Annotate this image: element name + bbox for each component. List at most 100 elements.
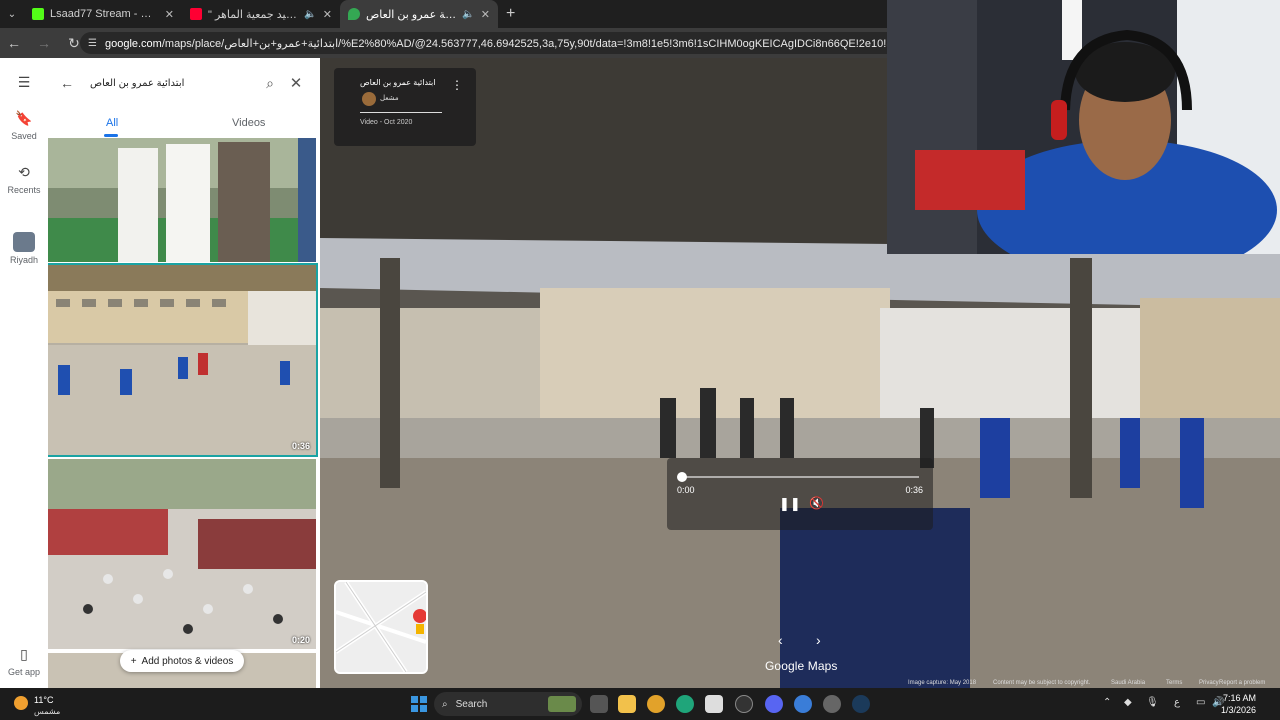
tab-title: ابتدائية عمرو بن العاص - Google Maps	[366, 8, 456, 21]
obs-icon[interactable]	[735, 695, 753, 713]
tray-app-icon[interactable]: ◆	[1124, 697, 1132, 708]
tab-title: " الماهر " | نشيد جمعية الماهر	[208, 8, 299, 21]
clock-time: 7:16 AM	[1222, 693, 1256, 703]
photos-panel: ← ابتدائية عمرو بن العاص ⌕ ✕ All Videos	[48, 58, 320, 688]
windows-start-icon[interactable]	[411, 696, 427, 712]
taskbar-search-label: Search	[455, 698, 488, 710]
photo-thumbnail[interactable]	[48, 138, 316, 262]
place-name: ابتدائية عمرو بن العاص	[360, 78, 436, 87]
image-capture-date: Image capture: May 2018	[908, 680, 977, 686]
close-tab-icon[interactable]: ✕	[481, 8, 490, 21]
phone-icon: ▯	[20, 646, 28, 662]
chrome-icon[interactable]	[647, 695, 665, 713]
video-duration: 0:20	[291, 635, 310, 645]
store-icon[interactable]	[705, 695, 723, 713]
rail-saved[interactable]: 🔖 Saved	[0, 110, 48, 141]
add-photos-button[interactable]: + Add photos & videos	[120, 650, 244, 672]
more-options-icon[interactable]: ⋮	[451, 78, 463, 92]
viewer-footer: Image capture: May 2018 Content may be s…	[320, 678, 1280, 688]
task-view-icon[interactable]	[590, 695, 608, 713]
video-thumbnail[interactable]: 0:20	[48, 459, 316, 649]
video-date: Video - Oct 2020	[360, 119, 413, 126]
video-info-card: ابتدائية عمرو بن العاص مشعل Video - Oct …	[334, 68, 476, 146]
site-info-icon[interactable]: ☰	[88, 38, 97, 49]
menu-button[interactable]: ☰	[0, 74, 48, 95]
rail-get-app[interactable]: ▯ Get app	[0, 646, 48, 677]
search-icon[interactable]: ⌕	[256, 75, 284, 92]
webcam-image	[887, 0, 1280, 254]
copyright-notice: Content may be subject to copyright.	[993, 680, 1091, 686]
speaker-icon[interactable]: 🔈	[304, 9, 316, 20]
microphone-icon[interactable]: 🎙	[1146, 697, 1159, 708]
thumbnail-image	[48, 138, 316, 262]
report-problem-link[interactable]: Report a problem	[1219, 680, 1265, 686]
total-time: 0:36	[905, 485, 923, 495]
forward-icon[interactable]: →	[36, 35, 52, 51]
video-thumbnail[interactable]: 0:36	[48, 263, 318, 457]
uploader-name[interactable]: مشعل	[380, 94, 399, 102]
sun-icon	[14, 696, 28, 710]
rail-saved-label: Saved	[11, 131, 37, 141]
system-clock[interactable]: 7:16 AM 1/3/2026	[1221, 692, 1256, 716]
next-icon[interactable]: ›	[816, 632, 821, 648]
current-time: 0:00	[677, 485, 695, 495]
media-nav-arrows: ‹ ›	[770, 632, 830, 652]
weather-condition: مشمس	[34, 707, 61, 716]
clock-date: 1/3/2026	[1220, 705, 1256, 715]
edge-icon[interactable]	[676, 695, 694, 713]
back-arrow-icon[interactable]: ←	[60, 75, 86, 91]
seek-handle[interactable]	[677, 472, 687, 482]
video-duration: 0:36	[291, 441, 310, 451]
windows-taskbar: 11°C مشمس ⌕ Search ⌃ ◆ 🎙 ع ▭ 🔊 7:16 AM 1…	[0, 688, 1280, 720]
taskbar-search[interactable]: ⌕ Search	[434, 692, 582, 716]
uploader-avatar[interactable]	[362, 92, 376, 106]
rail-recents[interactable]: ⟲ Recents	[0, 164, 48, 195]
tab-youtube-anthem[interactable]: " الماهر " | نشيد جمعية الماهر 🔈 ✕	[182, 0, 340, 28]
seek-bar[interactable]	[681, 476, 919, 478]
file-explorer-icon[interactable]	[618, 695, 636, 713]
thumbnail-image	[48, 459, 316, 649]
youtube-favicon-icon	[190, 8, 202, 20]
region-label[interactable]: Saudi Arabia	[1111, 680, 1145, 686]
tab-all[interactable]: All	[106, 117, 118, 129]
steam-icon[interactable]	[852, 695, 870, 713]
chrome-active-icon[interactable]	[794, 695, 812, 713]
new-tab-button[interactable]: +	[506, 5, 515, 23]
close-tab-icon[interactable]: ✕	[323, 8, 332, 21]
webcam-overlay	[887, 0, 1280, 254]
network-icon[interactable]: ▭	[1196, 697, 1205, 708]
google-maps-logo: Google Maps	[765, 659, 838, 673]
previous-icon[interactable]: ‹	[778, 632, 783, 648]
search-icon: ⌕	[442, 698, 448, 710]
back-icon[interactable]: ←	[6, 35, 22, 51]
muted-icon[interactable]: 🔇	[809, 496, 824, 510]
app-icon[interactable]	[823, 695, 841, 713]
add-photos-label: Add photos & videos	[141, 655, 234, 667]
tab-videos[interactable]: Videos	[232, 117, 265, 129]
terms-link[interactable]: Terms	[1166, 680, 1182, 686]
tab-kick-dashboard[interactable]: Lsaad77 Stream - Kick Dashboard ✕	[24, 0, 182, 28]
tab-google-maps[interactable]: ابتدائية عمرو بن العاص - Google Maps 🔈 ✕	[340, 0, 498, 28]
minimap[interactable]	[334, 580, 428, 674]
thumbnail-image	[48, 265, 316, 455]
video-controls: 0:00 0:36 ❚❚ 🔇	[667, 458, 933, 530]
privacy-link[interactable]: Privacy	[1199, 680, 1219, 686]
address-bar[interactable]: ☰ google.com/maps/place/ابتدائية+عمرو+بن…	[80, 32, 900, 54]
input-language[interactable]: ع	[1174, 697, 1180, 708]
kick-favicon-icon	[32, 8, 44, 20]
temperature: 11°C	[34, 695, 54, 705]
pause-icon[interactable]: ❚❚	[779, 496, 801, 512]
tab-search-dropdown-icon[interactable]: ⌄	[0, 0, 24, 28]
rail-riyadh[interactable]: Riyadh	[0, 232, 48, 265]
search-box: ← ابتدائية عمرو بن العاص ⌕ ✕	[60, 66, 308, 100]
rail-get-app-label: Get app	[7, 667, 41, 677]
close-icon[interactable]: ✕	[284, 74, 308, 92]
close-tab-icon[interactable]: ✕	[165, 8, 174, 21]
discord-icon[interactable]	[765, 695, 783, 713]
active-tab-indicator	[104, 134, 118, 137]
riyadh-thumbnail	[13, 232, 35, 252]
speaker-icon[interactable]: 🔈	[462, 9, 474, 20]
photo-filter-tabs: All Videos	[48, 114, 320, 138]
tray-overflow-icon[interactable]: ⌃	[1103, 697, 1111, 708]
search-input[interactable]: ابتدائية عمرو بن العاص	[86, 78, 256, 89]
